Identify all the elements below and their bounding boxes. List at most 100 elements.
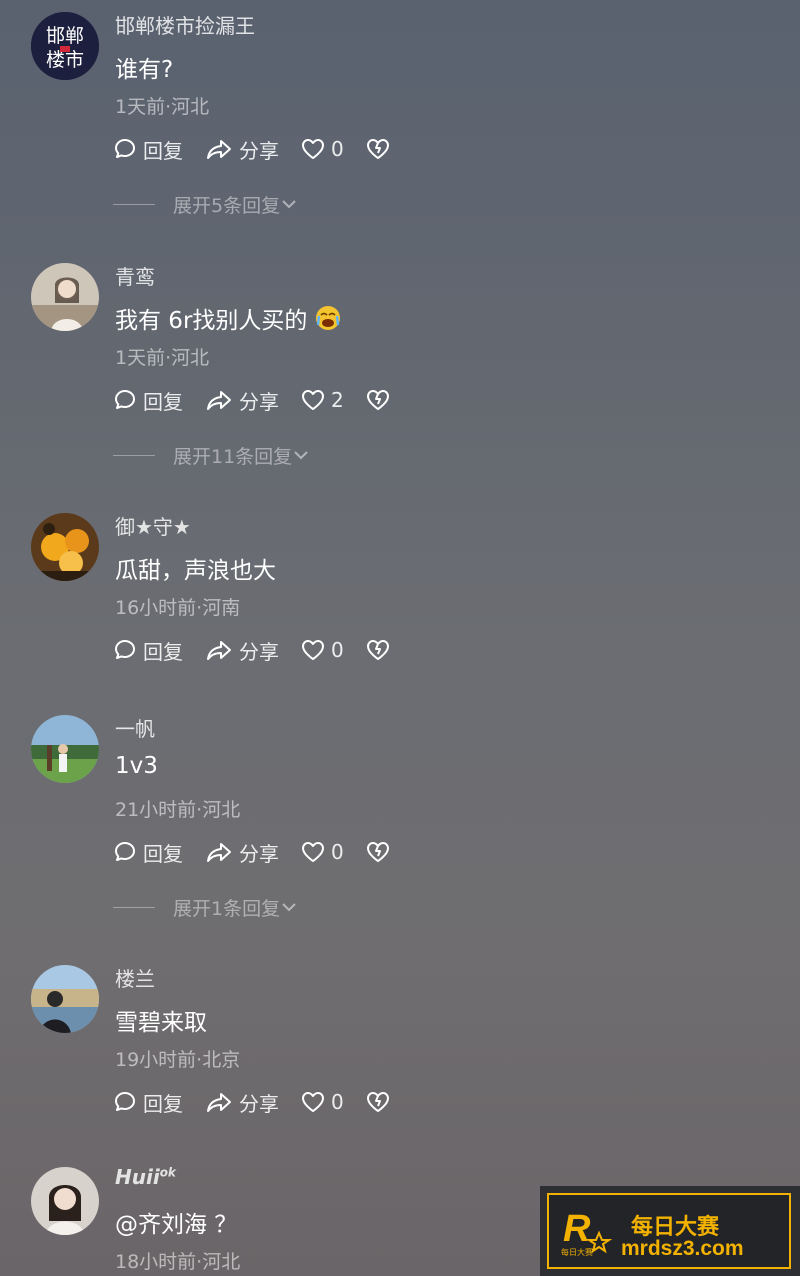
comment-item: 邯郸 楼市 邯郸楼市捡漏王 谁有? 1天前·河北 回复 分享 0 展开5条回复 xyxy=(0,12,800,242)
dislike-button[interactable] xyxy=(366,639,396,661)
expand-replies-label: 展开1条回复 xyxy=(173,897,281,920)
reply-button[interactable]: 回复 xyxy=(113,838,183,867)
comment-item: 御★守★ 瓜甜，声浪也大 16小时前·河南 回复 分享 0 xyxy=(0,513,800,693)
avatar[interactable] xyxy=(31,1167,99,1235)
reply-button[interactable]: 回复 xyxy=(113,135,183,164)
divider xyxy=(113,454,155,456)
comment-bubble-icon xyxy=(115,640,135,659)
watermark-url: mrdsz3.com xyxy=(621,1237,744,1260)
avatar[interactable] xyxy=(31,715,99,783)
avatar-text: 楼市 xyxy=(46,49,84,71)
username[interactable]: 一帆 xyxy=(115,713,155,742)
comment-meta: 19小时前·北京 xyxy=(115,1049,241,1071)
dislike-button[interactable] xyxy=(366,841,396,863)
avatar[interactable] xyxy=(31,263,99,331)
share-button[interactable]: 分享 xyxy=(205,636,279,665)
reply-button[interactable]: 回复 xyxy=(113,1088,183,1117)
expand-replies-label: 展开5条回复 xyxy=(173,194,281,217)
avatar-text: 邯郸 xyxy=(46,25,84,47)
heart-icon xyxy=(302,139,324,159)
divider xyxy=(113,906,155,908)
reply-button[interactable]: 回复 xyxy=(113,386,183,415)
watermark: R 每日大赛 每日大赛 mrdsz3.com xyxy=(540,1186,800,1276)
heart-icon xyxy=(302,1092,324,1112)
like-button[interactable]: 0 xyxy=(301,840,344,864)
comment-text: 我有 6r找别人买的 xyxy=(115,301,341,335)
comment-meta: 1天前·河北 xyxy=(115,96,210,118)
like-button[interactable]: 0 xyxy=(301,638,344,662)
avatar[interactable] xyxy=(31,513,99,581)
share-label: 分享 xyxy=(239,639,279,664)
expand-replies-label: 展开11条回复 xyxy=(173,445,293,468)
like-button[interactable]: 0 xyxy=(301,1090,344,1114)
share-button[interactable]: 分享 xyxy=(205,135,279,164)
reply-label: 回复 xyxy=(143,1091,183,1116)
like-count: 2 xyxy=(331,388,344,412)
username[interactable]: Huiiok xyxy=(115,1165,176,1189)
share-arrow-icon xyxy=(207,391,231,410)
like-button[interactable]: 0 xyxy=(301,137,344,161)
avatar[interactable]: 邯郸 楼市 xyxy=(31,12,99,80)
reply-button[interactable]: 回复 xyxy=(113,636,183,665)
chevron-down-icon xyxy=(282,903,296,912)
share-label: 分享 xyxy=(239,389,279,414)
share-label: 分享 xyxy=(239,138,279,163)
like-count: 0 xyxy=(331,1090,344,1114)
comment-text-content: 我有 6r找别人买的 xyxy=(115,308,308,334)
share-arrow-icon xyxy=(207,843,231,862)
comment-meta: 21小时前·河北 xyxy=(115,799,241,821)
broken-heart-icon xyxy=(366,1092,389,1112)
reply-label: 回复 xyxy=(143,841,183,866)
watermark-logo-caption: 每日大赛 xyxy=(561,1248,593,1257)
chevron-down-icon xyxy=(294,451,308,460)
comment-bubble-icon xyxy=(115,1092,135,1111)
share-arrow-icon xyxy=(207,641,231,660)
username[interactable]: 楼兰 xyxy=(115,963,155,992)
comment-text: 谁有? xyxy=(115,57,174,83)
expand-replies-button[interactable]: 展开11条回复 xyxy=(113,441,310,469)
comment-item: 青鸾 我有 6r找别人买的 1天前·河北 回复 分享 2 展开11条回复 xyxy=(0,263,800,493)
broken-heart-icon xyxy=(366,390,389,410)
heart-icon xyxy=(302,390,324,410)
username-text: Huii xyxy=(115,1165,160,1189)
expand-replies-button[interactable]: 展开5条回复 xyxy=(113,190,298,218)
reply-label: 回复 xyxy=(143,639,183,664)
comment-text: 1v3 xyxy=(115,753,158,779)
expand-replies-button[interactable]: 展开1条回复 xyxy=(113,893,298,921)
comment-bubble-icon xyxy=(115,390,135,409)
comment-actions: 回复 分享 0 xyxy=(113,1085,418,1119)
dislike-button[interactable] xyxy=(366,389,396,411)
divider xyxy=(113,203,155,205)
reply-label: 回复 xyxy=(143,389,183,414)
comment-text: @齐刘海 ？ xyxy=(115,1212,238,1238)
comment-actions: 回复 分享 0 xyxy=(113,132,418,166)
share-label: 分享 xyxy=(239,841,279,866)
comment-item: 楼兰 雪碧来取 19小时前·北京 回复 分享 0 xyxy=(0,965,800,1145)
comment-meta: 16小时前·河南 xyxy=(115,597,241,619)
username[interactable]: 邯郸楼市捡漏王 xyxy=(115,10,255,39)
dislike-button[interactable] xyxy=(366,138,396,160)
username-badge: ok xyxy=(159,1165,176,1180)
like-count: 0 xyxy=(331,638,344,662)
watermark-logo-letter: R xyxy=(563,1208,591,1250)
comment-bubble-icon xyxy=(115,842,135,861)
username[interactable]: 御★守★ xyxy=(115,511,191,540)
dislike-button[interactable] xyxy=(366,1091,396,1113)
chevron-down-icon xyxy=(282,200,296,209)
share-arrow-icon xyxy=(207,1093,231,1112)
comment-actions: 回复 分享 2 xyxy=(113,383,418,417)
share-arrow-icon xyxy=(207,140,231,159)
avatar[interactable] xyxy=(31,965,99,1033)
comment-meta: 18小时前·河北 xyxy=(115,1251,241,1273)
share-button[interactable]: 分享 xyxy=(205,838,279,867)
like-button[interactable]: 2 xyxy=(301,388,344,412)
share-label: 分享 xyxy=(239,1091,279,1116)
comment-bubble-icon xyxy=(115,139,135,158)
broken-heart-icon xyxy=(366,842,389,862)
watermark-frame: R 每日大赛 每日大赛 mrdsz3.com xyxy=(547,1193,791,1269)
username[interactable]: 青鸾 xyxy=(115,261,155,290)
comment-meta: 1天前·河北 xyxy=(115,347,210,369)
share-button[interactable]: 分享 xyxy=(205,1088,279,1117)
share-button[interactable]: 分享 xyxy=(205,386,279,415)
crying-face-emoji xyxy=(315,305,341,331)
